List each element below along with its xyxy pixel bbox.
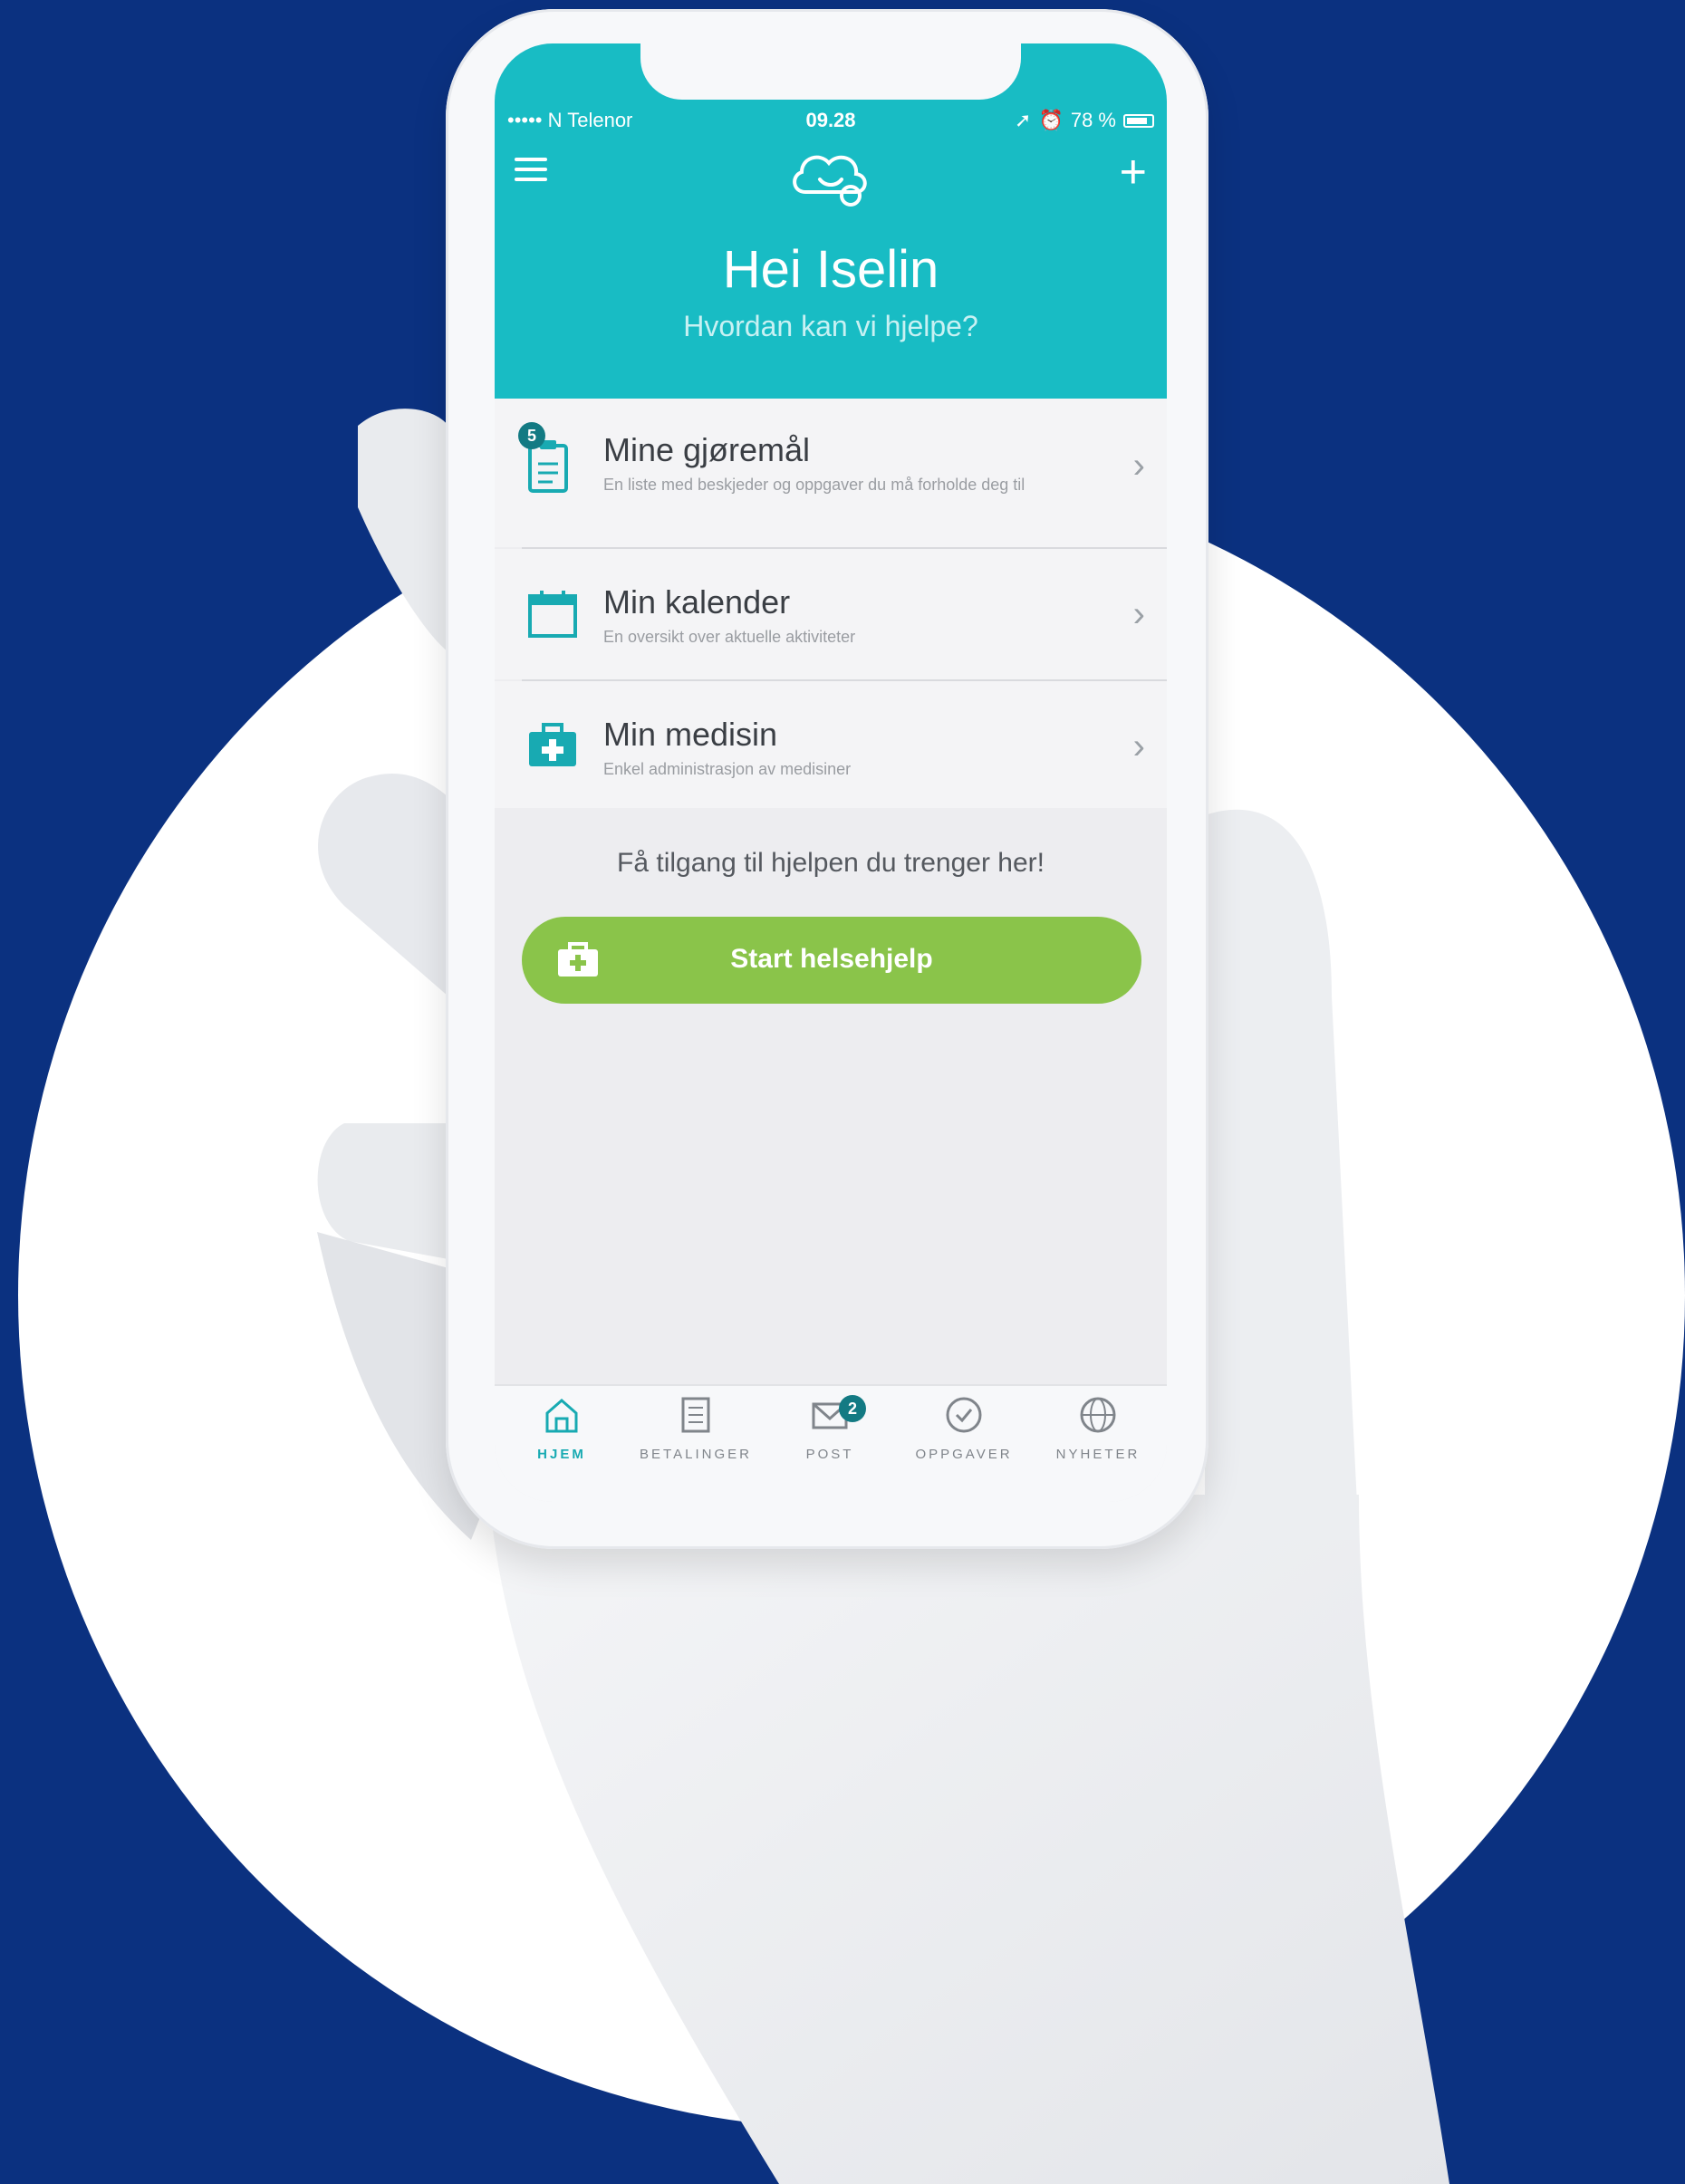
status-bar: ••••• N Telenor 09.28 ➚ ⏰ 78 % xyxy=(495,109,1167,136)
menu-item-tasks[interactable]: 5 Mine gjøremål En liste med beskjeder o… xyxy=(495,399,1167,547)
tab-label: POST xyxy=(805,1447,854,1462)
post-count-badge: 2 xyxy=(839,1395,866,1422)
location-icon: ➚ xyxy=(1015,109,1032,131)
menu-item-title: Min kalender xyxy=(603,583,791,621)
phone-screen: ••••• N Telenor 09.28 ➚ ⏰ 78 % + Hei Ise… xyxy=(495,43,1167,1502)
tab-label: NYHETER xyxy=(1055,1447,1141,1462)
menu-item-medicine[interactable]: Min medisin Enkel administrasjon av medi… xyxy=(495,681,1167,808)
menu-item-calendar[interactable]: Min kalender En oversikt over aktuelle a… xyxy=(495,549,1167,679)
menu-item-description: En liste med beskjeder og oppgaver du må… xyxy=(603,476,1025,494)
menu-item-title: Min medisin xyxy=(603,716,778,753)
greeting-title: Hei Iselin xyxy=(722,240,939,299)
greeting-subtitle: Hvordan kan vi hjelpe? xyxy=(683,310,978,342)
battery-icon xyxy=(1123,113,1154,128)
cloud-logo-icon xyxy=(793,155,867,207)
tasks-count-badge: 5 xyxy=(518,422,545,449)
tab-label: HJEM xyxy=(537,1447,586,1462)
tab-label: BETALINGER xyxy=(640,1447,752,1462)
alarm-icon: ⏰ xyxy=(1038,109,1064,131)
menu-item-description: En oversikt over aktuelle aktiviteter xyxy=(603,628,856,646)
calendar-icon xyxy=(528,591,577,638)
tab-news[interactable]: NYHETER xyxy=(1031,1395,1165,1462)
tab-tasks[interactable]: OPPGAVER xyxy=(897,1395,1031,1462)
medkit-icon xyxy=(529,723,576,766)
chevron-right-icon: › xyxy=(1132,594,1145,634)
home-icon xyxy=(545,1399,578,1433)
chevron-right-icon: › xyxy=(1132,446,1145,486)
cta-label: Start helsehjelp xyxy=(730,944,933,974)
menu-item-title: Mine gjøremål xyxy=(603,431,811,468)
start-health-help-button[interactable]: Start helsehjelp xyxy=(522,917,1141,1004)
tab-home[interactable]: HJEM xyxy=(495,1395,629,1462)
menu-item-description: Enkel administrasjon av medisiner xyxy=(603,760,852,778)
globe-icon xyxy=(1080,1397,1116,1433)
phone-notch xyxy=(640,43,1021,100)
promo-text: Få tilgang til hjelpen du trenger her! xyxy=(617,848,1045,878)
hamburger-menu-icon[interactable] xyxy=(515,158,547,185)
battery-percent: 78 % xyxy=(1070,109,1116,131)
tab-post[interactable]: 2 POST xyxy=(763,1395,897,1462)
tab-payments[interactable]: BETALINGER xyxy=(629,1395,763,1462)
add-button[interactable]: + xyxy=(1120,149,1147,196)
tab-label: OPPGAVER xyxy=(915,1447,1013,1462)
tab-bar: HJEM BETALINGER 2 POST OPPGAVER NYHETER xyxy=(495,1384,1167,1502)
status-right: ➚ ⏰ 78 % xyxy=(1015,109,1154,132)
chevron-right-icon: › xyxy=(1132,726,1145,766)
check-circle-icon xyxy=(946,1397,982,1433)
document-icon xyxy=(681,1397,710,1433)
